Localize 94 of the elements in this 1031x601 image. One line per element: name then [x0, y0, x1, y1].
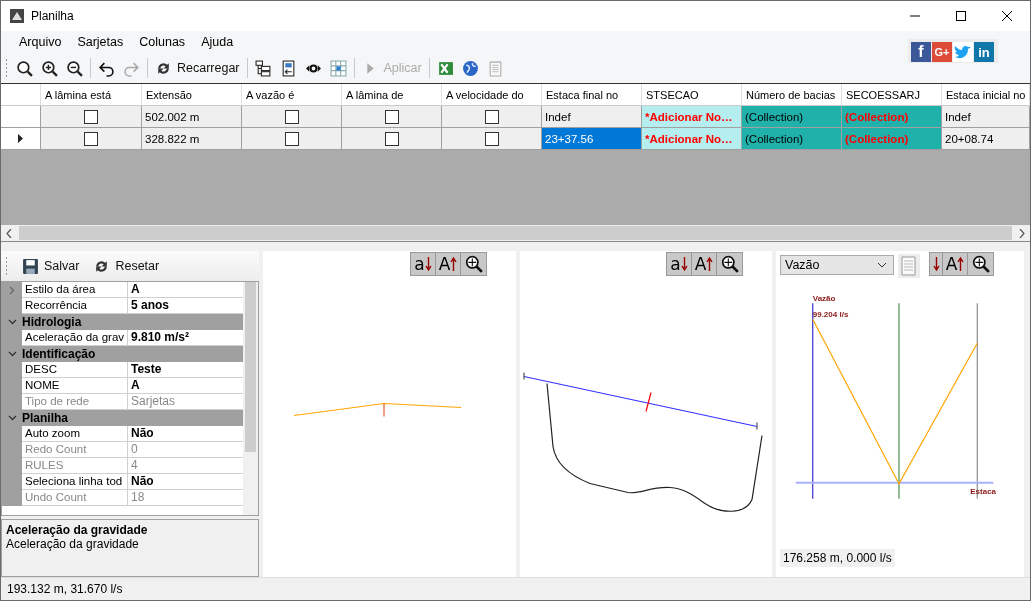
zoom-icon: [720, 255, 739, 273]
vertical-scrollbar[interactable]: [243, 282, 258, 515]
app-icon: [9, 8, 25, 24]
property-name[interactable]: Estilo da área: [22, 282, 128, 298]
table-cell[interactable]: [342, 128, 442, 150]
column-header[interactable]: Extensão: [142, 84, 242, 106]
table-cell[interactable]: [242, 128, 342, 150]
axis-label: Vazão: [812, 294, 836, 304]
checkbox[interactable]: [284, 109, 299, 124]
property-name[interactable]: NOME: [22, 378, 128, 394]
sort-ascending-button[interactable]: A: [943, 253, 968, 275]
table-cell[interactable]: [442, 128, 542, 150]
column-header[interactable]: STSECAO: [642, 84, 742, 106]
table-cell[interactable]: (Collection): [742, 106, 842, 128]
sort-ascending-button[interactable]: A: [692, 253, 717, 275]
category-header[interactable]: Identificação: [2, 346, 243, 362]
category-name: Identificação: [22, 346, 97, 362]
maximize-icon: [956, 11, 966, 21]
scroll-left-icon[interactable]: [6, 228, 12, 238]
horizontal-scrollbar[interactable]: [1, 225, 1030, 241]
save-button[interactable]: Salvar: [18, 254, 84, 278]
category-header[interactable]: Planilha: [2, 410, 243, 426]
table-cell[interactable]: [442, 106, 542, 128]
table-cell[interactable]: 328.822 m: [142, 128, 242, 150]
column-header[interactable]: A vazão é: [242, 84, 342, 106]
up-arrow-icon: [706, 257, 714, 271]
table-cell[interactable]: 23+37.56: [542, 128, 642, 150]
menu-item[interactable]: Sarjetas: [69, 32, 132, 52]
down-arrow-icon: [680, 257, 688, 271]
caret-icon: [877, 262, 887, 268]
property-name[interactable]: Seleciona linha tod: [22, 474, 128, 490]
checkbox[interactable]: [484, 131, 499, 146]
category-name: Planilha: [22, 410, 69, 426]
property-name[interactable]: DESC: [22, 362, 128, 378]
column-header[interactable]: A velocidade do: [442, 84, 542, 106]
scrollbar-thumb[interactable]: [245, 282, 256, 452]
up-arrow-icon: [450, 257, 458, 271]
linkedin-button[interactable]: in: [974, 42, 994, 62]
chart-type-dropdown[interactable]: Vazão: [780, 255, 894, 275]
column-header[interactable]: Estaca final no: [542, 84, 642, 106]
scrollbar-thumb[interactable]: [19, 226, 1012, 240]
checkbox[interactable]: [284, 131, 299, 146]
row-header[interactable]: [1, 128, 41, 150]
checkbox[interactable]: [384, 131, 399, 146]
status-text: 193.132 m, 31.670 l/s: [7, 582, 123, 596]
scroll-right-icon[interactable]: [1019, 228, 1025, 238]
column-header[interactable]: SECOESSARJ: [842, 84, 942, 106]
sort-descending-button[interactable]: [930, 253, 943, 275]
category-name: Hidrologia: [22, 314, 83, 330]
axis-label: Estaca: [970, 486, 997, 496]
table-cell[interactable]: (Collection): [742, 128, 842, 150]
checkbox[interactable]: [84, 109, 98, 124]
bird-icon: [954, 44, 972, 60]
column-header[interactable]: A lâmina de: [342, 84, 442, 106]
column-header[interactable]: A lâmina está: [41, 84, 142, 106]
table-cell[interactable]: [41, 106, 142, 128]
facebook-button[interactable]: f: [911, 42, 931, 62]
chevron-icon[interactable]: [7, 351, 17, 357]
twitter-button[interactable]: [953, 42, 973, 62]
menu-item[interactable]: Ajuda: [193, 32, 242, 52]
axis-label: 99.204 l/s: [812, 310, 849, 320]
category-header[interactable]: Hidrologia: [2, 314, 243, 330]
table-cell[interactable]: 20+08.74: [942, 128, 1030, 150]
chevron-icon[interactable]: [7, 415, 17, 421]
table-cell[interactable]: 502.002 m: [142, 106, 242, 128]
down-arrow-icon: [424, 257, 432, 271]
table-cell[interactable]: [41, 128, 142, 150]
checkbox[interactable]: [384, 109, 399, 124]
cursor-reading: 176.258 m, 0.000 l/s: [780, 549, 895, 567]
sort-ascending-button[interactable]: A: [436, 253, 461, 275]
chevron-icon[interactable]: [7, 319, 17, 325]
checkbox[interactable]: [484, 109, 499, 124]
table-cell[interactable]: [242, 106, 342, 128]
menu-item[interactable]: Arquivo: [11, 32, 70, 52]
column-header[interactable]: Número de bacias: [742, 84, 842, 106]
down-arrow-icon: [932, 257, 940, 271]
checkbox[interactable]: [84, 131, 98, 146]
up-arrow-icon: [957, 257, 965, 271]
close-icon: [1002, 11, 1012, 21]
reset-button[interactable]: Resetar: [89, 254, 164, 278]
current-row-icon: [17, 134, 24, 143]
menu-item[interactable]: Colunas: [131, 32, 194, 52]
property-name[interactable]: Auto zoom: [22, 426, 128, 442]
google-plus-button[interactable]: G+: [932, 42, 952, 62]
table-cell[interactable]: [342, 106, 442, 128]
table-cell[interactable]: Indef: [542, 106, 642, 128]
reload-button[interactable]: Recarregar: [151, 56, 244, 80]
description-text: Aceleração da gravidade: [6, 537, 140, 551]
description-title: Aceleração da gravidade: [6, 523, 149, 537]
table-cell[interactable]: Indef: [942, 106, 1030, 128]
column-header[interactable]: Estaca inicial no: [942, 84, 1030, 106]
window-title: Planilha: [31, 9, 75, 23]
zoom-icon: [971, 255, 990, 273]
zoom-icon: [464, 255, 483, 273]
